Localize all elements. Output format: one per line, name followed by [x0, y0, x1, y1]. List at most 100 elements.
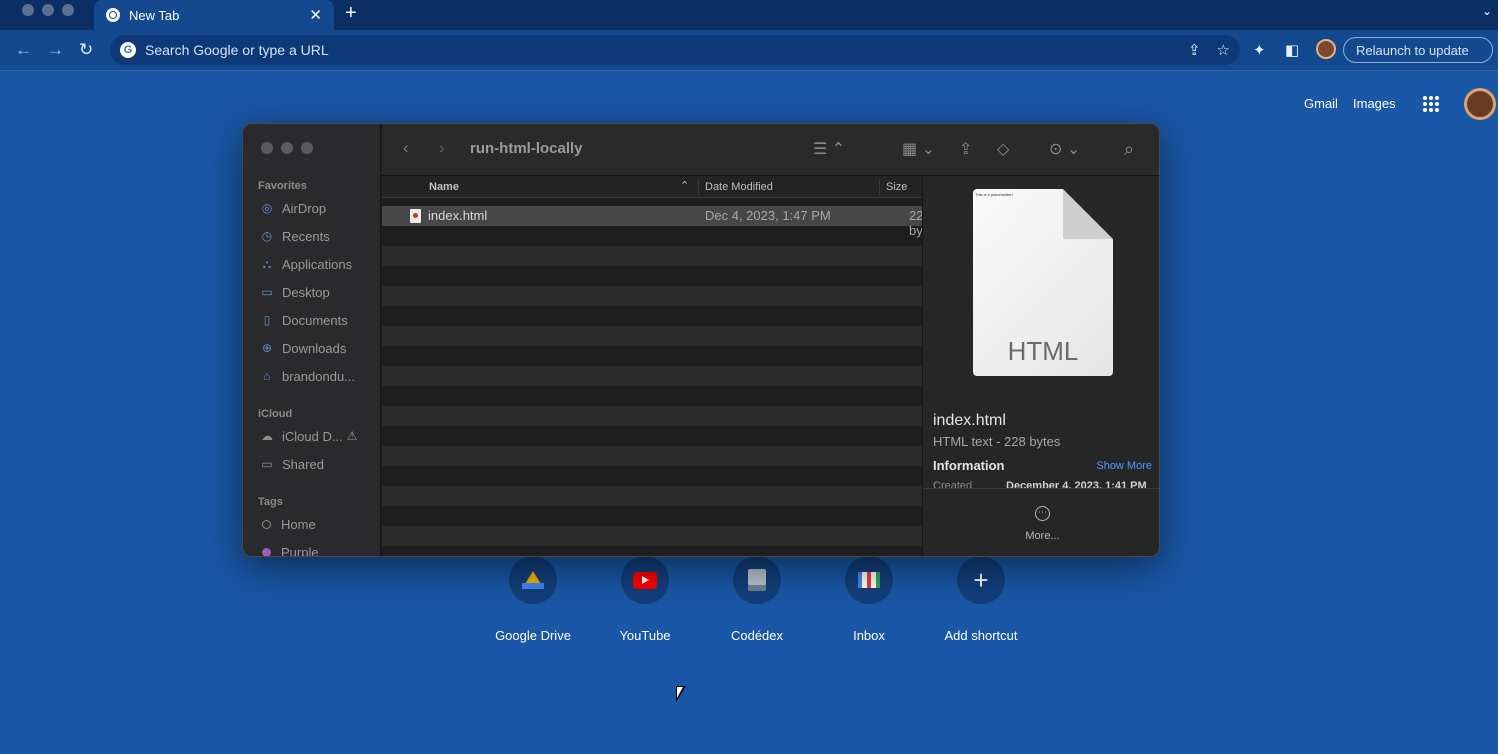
bookmark-star-icon[interactable]: ☆: [1217, 41, 1230, 59]
chrome-icon: [106, 8, 120, 22]
file-row-index-html[interactable]: index.html Dec 4, 2023, 1:47 PM 228 byte…: [382, 206, 922, 238]
column-header-name[interactable]: Name: [429, 181, 459, 193]
cloud-icon: ☁: [261, 429, 273, 443]
sidebar-item-label: iCloud D...: [282, 428, 343, 444]
side-panel-icon[interactable]: ◧: [1285, 41, 1299, 59]
shortcut-youtube[interactable]: YouTube: [589, 556, 701, 643]
share-icon[interactable]: ⇪: [959, 139, 972, 159]
back-button[interactable]: ←: [15, 40, 32, 60]
shortcut-codedex[interactable]: Codédex: [701, 556, 813, 643]
sidebar-item-downloads[interactable]: ⊕ Downloads: [259, 338, 346, 358]
finder-zoom-button[interactable]: [301, 142, 313, 154]
tab-title: New Tab: [129, 7, 180, 23]
sidebar-item-label: Purple: [281, 544, 319, 557]
add-shortcut-button[interactable]: + Add shortcut: [925, 556, 1037, 643]
search-icon[interactable]: ⌕: [1124, 139, 1134, 160]
back-chevron-icon[interactable]: ‹: [403, 138, 409, 158]
empty-row: [382, 246, 922, 266]
more-ellipsis-icon[interactable]: ⋯: [1035, 506, 1050, 521]
home-icon: ⌂: [263, 369, 271, 383]
shortcut-google-drive[interactable]: Google Drive: [477, 556, 589, 643]
empty-row: [382, 526, 922, 546]
shared-folder-icon: ▭: [261, 457, 273, 471]
list-header: Name ⌃ Date Modified Size: [382, 176, 922, 198]
gmail-link[interactable]: Gmail: [1304, 96, 1338, 111]
preview-file-name: index.html: [933, 412, 1006, 429]
close-window-button[interactable]: [22, 4, 34, 16]
applications-icon: ⛬: [262, 256, 272, 271]
tag-icon[interactable]: ◇: [997, 139, 1009, 159]
sidebar-item-icloud-drive[interactable]: ☁ iCloud D... ⚠: [259, 426, 357, 446]
shortcut-inbox[interactable]: Inbox: [813, 556, 925, 643]
sidebar-item-applications[interactable]: ⛬ Applications: [259, 254, 352, 274]
profile-avatar[interactable]: [1316, 39, 1336, 59]
reload-button[interactable]: ↻: [79, 40, 93, 60]
favorites-heading: Favorites: [258, 180, 307, 192]
tab-close-icon[interactable]: ✕: [309, 6, 322, 24]
download-icon: ⊕: [261, 341, 273, 355]
sidebar-item-label: brandondu...: [282, 368, 356, 384]
sidebar-item-airdrop[interactable]: ◎ AirDrop: [259, 198, 326, 218]
codedex-icon: [748, 569, 766, 591]
account-avatar[interactable]: [1464, 88, 1496, 120]
extensions-icon[interactable]: ✦: [1253, 41, 1266, 59]
tab-search-icon[interactable]: ⌄: [1482, 4, 1492, 18]
sidebar-item-label: Recents: [282, 228, 330, 244]
minimize-window-button[interactable]: [42, 4, 54, 16]
sidebar-tag-home[interactable]: Home: [259, 514, 316, 534]
shortcut-label: YouTube: [619, 628, 671, 643]
finder-minimize-button[interactable]: [281, 142, 293, 154]
column-header-size[interactable]: Size: [886, 181, 907, 193]
browser-toolbar: ← → ↻ G Search Google or type a URL ⇪ ☆ …: [0, 30, 1498, 71]
forward-chevron-icon[interactable]: ›: [439, 138, 445, 158]
column-divider: [698, 179, 699, 195]
sidebar-item-shared[interactable]: ▭ Shared: [259, 454, 324, 474]
icloud-heading: iCloud: [258, 408, 293, 420]
sidebar-item-home-folder[interactable]: ⌂ brandondu...: [259, 366, 355, 386]
more-button-label[interactable]: More...: [923, 530, 1159, 542]
sidebar-tag-purple[interactable]: Purple: [259, 542, 319, 557]
column-header-date[interactable]: Date Modified: [705, 181, 773, 193]
empty-row: [382, 506, 922, 526]
sidebar-item-recents[interactable]: ◷ Recents: [259, 226, 330, 246]
group-icon[interactable]: ▦ ⌄: [902, 139, 935, 159]
relaunch-to-update-button[interactable]: Relaunch to update: [1343, 37, 1493, 63]
google-apps-icon[interactable]: [1423, 96, 1439, 112]
shortcut-label: Google Drive: [495, 628, 571, 643]
html-file-icon: [410, 209, 421, 223]
warning-icon: ⚠: [346, 429, 358, 443]
empty-row: [382, 306, 922, 326]
empty-row: [382, 466, 922, 486]
empty-row: [382, 366, 922, 386]
sidebar-item-desktop[interactable]: ▭ Desktop: [259, 282, 330, 302]
mouse-cursor-icon: [676, 686, 686, 702]
sidebar-item-documents[interactable]: ▯ Documents: [259, 310, 348, 330]
images-link[interactable]: Images: [1353, 96, 1396, 111]
folder-title: run-html-locally: [470, 140, 583, 157]
youtube-icon: [633, 571, 657, 589]
sidebar-item-label: Documents: [282, 312, 348, 328]
new-tab-button[interactable]: +: [345, 2, 357, 25]
action-menu-icon[interactable]: ⊙ ⌄: [1049, 139, 1080, 159]
omnibox-placeholder: Search Google or type a URL: [145, 42, 329, 58]
show-more-link[interactable]: Show More: [1096, 460, 1152, 472]
share-icon[interactable]: ⇪: [1188, 41, 1201, 59]
omnibox[interactable]: G Search Google or type a URL ⇪ ☆: [110, 35, 1240, 65]
sidebar-item-label: Downloads: [282, 340, 347, 356]
plus-icon: +: [973, 565, 989, 595]
shortcut-label: Add shortcut: [944, 628, 1018, 643]
sidebar-item-label: Home: [281, 516, 316, 532]
sidebar-item-label: Desktop: [282, 284, 330, 300]
preview-file-kind: HTML text - 228 bytes: [933, 434, 1061, 449]
window-controls: [22, 4, 74, 16]
empty-row: [382, 446, 922, 466]
finder-sidebar: Favorites ◎ AirDrop ◷ Recents ⛬ Applicat…: [243, 124, 381, 557]
shortcut-label: Inbox: [853, 628, 885, 643]
preview-pane: This is a placeholder! HTML index.html H…: [922, 176, 1159, 556]
forward-button[interactable]: →: [47, 40, 64, 60]
list-view-icon[interactable]: ☰ ⌃: [813, 139, 845, 159]
zoom-window-button[interactable]: [62, 4, 74, 16]
tab-new-tab[interactable]: New Tab ✕: [94, 0, 334, 30]
empty-row: [382, 226, 922, 246]
finder-close-button[interactable]: [261, 142, 273, 154]
